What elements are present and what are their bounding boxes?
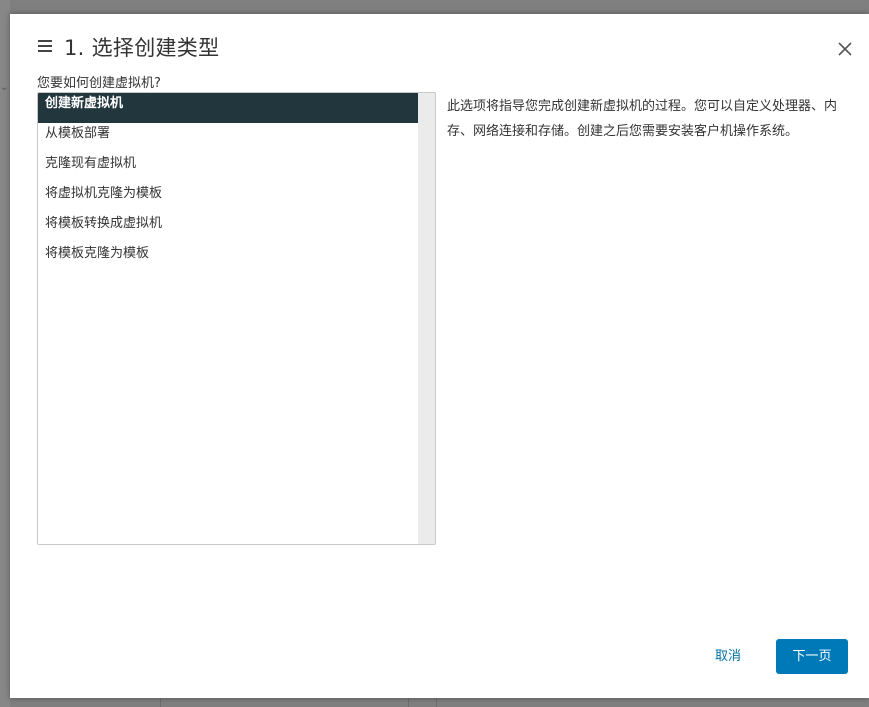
creation-type-option[interactable]: 创建新虚拟机 bbox=[38, 93, 418, 123]
creation-type-option[interactable]: 将模板转换成虚拟机 bbox=[38, 213, 418, 243]
creation-type-items: 创建新虚拟机 从模板部署 克隆现有虚拟机 将虚拟机克隆为模板 将模板转换成虚拟机 将模板克… bbox=[38, 93, 418, 544]
menu-icon[interactable] bbox=[38, 40, 52, 52]
creation-type-option[interactable]: 将虚拟机克隆为模板 bbox=[38, 183, 418, 213]
background-divider bbox=[408, 698, 409, 707]
creation-prompt: 您要如何创建虚拟机? bbox=[37, 76, 161, 91]
creation-type-option[interactable]: 克隆现有虚拟机 bbox=[38, 153, 418, 183]
create-vm-dialog: 1. 选择创建类型 您要如何创建虚拟机? 创建新虚拟机 从模板部署 克隆现有虚拟机将… bbox=[10, 14, 869, 698]
list-scrollbar[interactable] bbox=[418, 93, 435, 544]
background-divider bbox=[436, 698, 437, 707]
background-chevron-icon: ⌄ bbox=[0, 82, 9, 93]
creation-type-list[interactable]: 创建新虚拟机 从模板部署 克隆现有虚拟机 将虚拟机克隆为模板 将模板转换成虚拟机 将模板克… bbox=[37, 92, 436, 545]
background-divider bbox=[160, 698, 161, 707]
background-sidebar-strip bbox=[0, 0, 10, 707]
creation-type-option[interactable]: 将模板克隆为模板 bbox=[38, 243, 418, 273]
creation-type-option[interactable]: 从模板部署 bbox=[38, 123, 418, 153]
next-button[interactable]: 下一页 bbox=[776, 639, 848, 674]
cancel-button[interactable]: 取消 bbox=[696, 640, 760, 674]
option-description: 此选项将指导您完成创建新虚拟机的过程。您可以自定义处理器、内存、网络连接和存储。… bbox=[447, 99, 838, 139]
close-icon[interactable] bbox=[836, 40, 854, 58]
dialog-title: 1. 选择创建类型 bbox=[64, 36, 220, 60]
dialog-header: 1. 选择创建类型 bbox=[10, 14, 869, 74]
